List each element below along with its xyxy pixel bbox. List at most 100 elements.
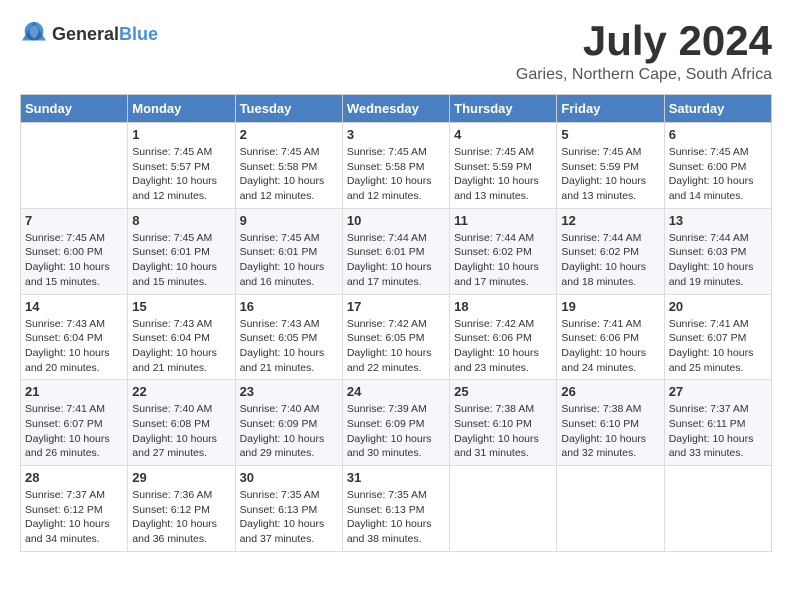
day-number: 13 — [669, 213, 767, 228]
calendar-cell: 26 Sunrise: 7:38 AMSunset: 6:10 PMDayligh… — [557, 380, 664, 466]
calendar-cell: 23Sunrise: 7:40 AMSunset: 6:09 PMDayligh… — [235, 380, 342, 466]
calendar-cell: 12Sunrise: 7:44 AMSunset: 6:02 PMDayligh… — [557, 208, 664, 294]
calendar-week-row: 14Sunrise: 7:43 AMSunset: 6:04 PMDayligh… — [21, 294, 772, 380]
day-info: Sunrise: 7:38 AMSunset: 6:10 PMDaylight:… — [454, 402, 552, 461]
day-number: 16 — [240, 299, 338, 314]
day-info: Sunrise: 7:43 AMSunset: 6:05 PMDaylight:… — [240, 317, 338, 376]
day-info: Sunrise: 7:40 AMSunset: 6:08 PMDaylight:… — [132, 402, 230, 461]
logo-icon — [20, 20, 48, 48]
weekday-header-sunday: Sunday — [21, 95, 128, 123]
calendar-cell: 31 Sunrise: 7:35 AMSunset: 6:13 PMDayligh… — [342, 466, 449, 552]
day-info: Sunrise: 7:39 AMSunset: 6:09 PMDaylight:… — [347, 402, 445, 461]
day-number: 5 — [561, 127, 659, 142]
day-info: Sunrise: 7:36 AMSunset: 6:12 PMDaylight:… — [132, 488, 230, 547]
day-number: 2 — [240, 127, 338, 142]
day-number: 12 — [561, 213, 659, 228]
day-number: 19 — [561, 299, 659, 314]
calendar-week-row: 7 Sunrise: 7:45 AMSunset: 6:00 PMDaylight… — [21, 208, 772, 294]
calendar-cell: 27Sunrise: 7:37 AMSunset: 6:11 PMDayligh… — [664, 380, 771, 466]
day-info: Sunrise: 7:45 AMSunset: 6:00 PMDaylight:… — [669, 145, 767, 204]
logo-blue: Blue — [119, 24, 158, 44]
day-info: Sunrise: 7:41 AMSunset: 6:07 PMDaylight:… — [669, 317, 767, 376]
calendar-cell: 29 Sunrise: 7:36 AMSunset: 6:12 PMDayligh… — [128, 466, 235, 552]
calendar-week-row: 21Sunrise: 7:41 AMSunset: 6:07 PMDayligh… — [21, 380, 772, 466]
weekday-header-friday: Friday — [557, 95, 664, 123]
weekday-header-monday: Monday — [128, 95, 235, 123]
calendar-cell: 18 Sunrise: 7:42 AMSunset: 6:06 PMDayligh… — [450, 294, 557, 380]
day-number: 10 — [347, 213, 445, 228]
day-number: 20 — [669, 299, 767, 314]
day-number: 25 — [454, 384, 552, 399]
calendar-cell: 22 Sunrise: 7:40 AMSunset: 6:08 PMDayligh… — [128, 380, 235, 466]
day-info: Sunrise: 7:35 AMSunset: 6:13 PMDaylight:… — [240, 488, 338, 547]
calendar-cell — [450, 466, 557, 552]
calendar-cell: 24 Sunrise: 7:39 AMSunset: 6:09 PMDayligh… — [342, 380, 449, 466]
day-number: 30 — [240, 470, 338, 485]
calendar-cell: 3 Sunrise: 7:45 AMSunset: 5:58 PMDaylight… — [342, 123, 449, 209]
day-info: Sunrise: 7:43 AMSunset: 6:04 PMDaylight:… — [132, 317, 230, 376]
calendar-cell: 1 Sunrise: 7:45 AMSunset: 5:57 PMDaylight… — [128, 123, 235, 209]
calendar-cell: 8Sunrise: 7:45 AMSunset: 6:01 PMDaylight… — [128, 208, 235, 294]
day-number: 29 — [132, 470, 230, 485]
day-info: Sunrise: 7:45 AMSunset: 5:58 PMDaylight:… — [240, 145, 338, 204]
calendar-cell: 17 Sunrise: 7:42 AMSunset: 6:05 PMDayligh… — [342, 294, 449, 380]
day-info: Sunrise: 7:44 AMSunset: 6:01 PMDaylight:… — [347, 231, 445, 290]
day-info: Sunrise: 7:45 AMSunset: 5:58 PMDaylight:… — [347, 145, 445, 204]
location-subtitle: Garies, Northern Cape, South Africa — [516, 66, 772, 84]
day-info: Sunrise: 7:42 AMSunset: 6:05 PMDaylight:… — [347, 317, 445, 376]
day-info: Sunrise: 7:41 AMSunset: 6:07 PMDaylight:… — [25, 402, 123, 461]
day-number: 22 — [132, 384, 230, 399]
calendar-cell: 5 Sunrise: 7:45 AMSunset: 5:59 PMDaylight… — [557, 123, 664, 209]
day-info: Sunrise: 7:41 AMSunset: 6:06 PMDaylight:… — [561, 317, 659, 376]
calendar-cell: 16 Sunrise: 7:43 AMSunset: 6:05 PMDayligh… — [235, 294, 342, 380]
calendar-cell: 28 Sunrise: 7:37 AMSunset: 6:12 PMDayligh… — [21, 466, 128, 552]
calendar-week-row: 28 Sunrise: 7:37 AMSunset: 6:12 PMDayligh… — [21, 466, 772, 552]
logo-general: General — [52, 24, 119, 44]
calendar-cell: 25 Sunrise: 7:38 AMSunset: 6:10 PMDayligh… — [450, 380, 557, 466]
calendar-cell: 4Sunrise: 7:45 AMSunset: 5:59 PMDaylight… — [450, 123, 557, 209]
page-header: GeneralBlue July 2024 Garies, Northern C… — [20, 20, 772, 84]
day-number: 26 — [561, 384, 659, 399]
weekday-header-row: SundayMondayTuesdayWednesdayThursdayFrid… — [21, 95, 772, 123]
title-area: July 2024 Garies, Northern Cape, South A… — [516, 20, 772, 84]
day-info: Sunrise: 7:44 AMSunset: 6:02 PMDaylight:… — [454, 231, 552, 290]
day-info: Sunrise: 7:45 AMSunset: 6:00 PMDaylight:… — [25, 231, 123, 290]
day-info: Sunrise: 7:45 AMSunset: 5:57 PMDaylight:… — [132, 145, 230, 204]
day-number: 7 — [25, 213, 123, 228]
month-year-title: July 2024 — [516, 20, 772, 62]
day-number: 8 — [132, 213, 230, 228]
day-info: Sunrise: 7:37 AMSunset: 6:12 PMDaylight:… — [25, 488, 123, 547]
weekday-header-saturday: Saturday — [664, 95, 771, 123]
weekday-header-tuesday: Tuesday — [235, 95, 342, 123]
calendar-cell: 21Sunrise: 7:41 AMSunset: 6:07 PMDayligh… — [21, 380, 128, 466]
day-info: Sunrise: 7:45 AMSunset: 5:59 PMDaylight:… — [454, 145, 552, 204]
day-info: Sunrise: 7:45 AMSunset: 5:59 PMDaylight:… — [561, 145, 659, 204]
calendar-cell: 14Sunrise: 7:43 AMSunset: 6:04 PMDayligh… — [21, 294, 128, 380]
calendar-cell: 11Sunrise: 7:44 AMSunset: 6:02 PMDayligh… — [450, 208, 557, 294]
weekday-header-wednesday: Wednesday — [342, 95, 449, 123]
calendar-cell: 13 Sunrise: 7:44 AMSunset: 6:03 PMDayligh… — [664, 208, 771, 294]
calendar-cell: 30 Sunrise: 7:35 AMSunset: 6:13 PMDayligh… — [235, 466, 342, 552]
day-number: 1 — [132, 127, 230, 142]
day-number: 28 — [25, 470, 123, 485]
logo-text: GeneralBlue — [52, 24, 158, 45]
day-number: 6 — [669, 127, 767, 142]
calendar-cell — [557, 466, 664, 552]
calendar-cell: 19 Sunrise: 7:41 AMSunset: 6:06 PMDayligh… — [557, 294, 664, 380]
calendar-cell: 15Sunrise: 7:43 AMSunset: 6:04 PMDayligh… — [128, 294, 235, 380]
day-info: Sunrise: 7:38 AMSunset: 6:10 PMDaylight:… — [561, 402, 659, 461]
day-info: Sunrise: 7:44 AMSunset: 6:03 PMDaylight:… — [669, 231, 767, 290]
weekday-header-thursday: Thursday — [450, 95, 557, 123]
day-number: 3 — [347, 127, 445, 142]
day-number: 31 — [347, 470, 445, 485]
calendar-cell: 10 Sunrise: 7:44 AMSunset: 6:01 PMDayligh… — [342, 208, 449, 294]
day-number: 18 — [454, 299, 552, 314]
day-number: 24 — [347, 384, 445, 399]
day-number: 17 — [347, 299, 445, 314]
day-info: Sunrise: 7:35 AMSunset: 6:13 PMDaylight:… — [347, 488, 445, 547]
day-info: Sunrise: 7:42 AMSunset: 6:06 PMDaylight:… — [454, 317, 552, 376]
day-info: Sunrise: 7:37 AMSunset: 6:11 PMDaylight:… — [669, 402, 767, 461]
calendar-table: SundayMondayTuesdayWednesdayThursdayFrid… — [20, 94, 772, 552]
calendar-cell — [21, 123, 128, 209]
calendar-cell — [664, 466, 771, 552]
